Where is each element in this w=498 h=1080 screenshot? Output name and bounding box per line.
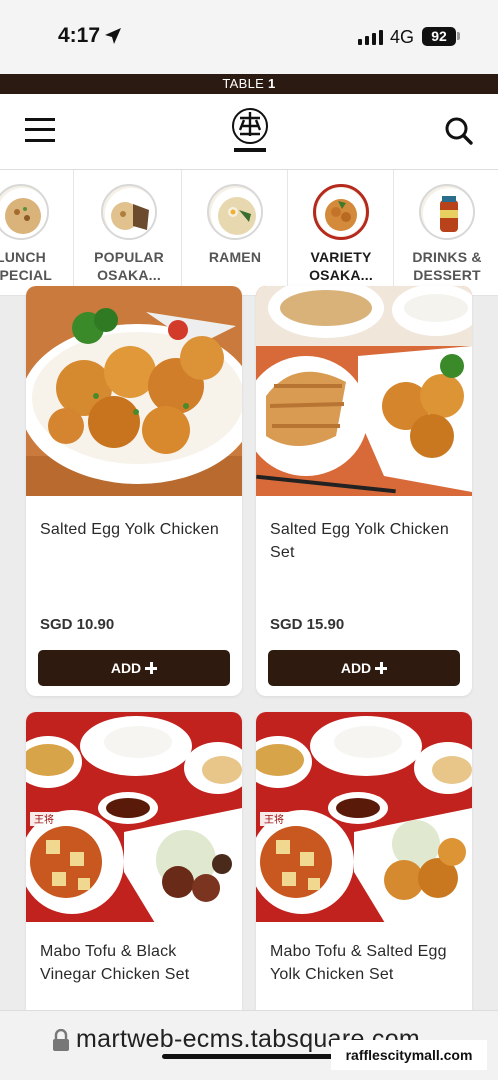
product-price: SGD 10.90 (40, 616, 115, 633)
status-bar: 4:17 4G 92 (0, 0, 498, 74)
tab-label: POPULAR OSAKA... (94, 249, 164, 283)
search-icon[interactable] (444, 116, 474, 146)
product-card[interactable]: 王将 Mabo Tofu & Black Vinegar Chicken Set (26, 712, 242, 1022)
ramen-thumbnail (207, 184, 263, 240)
category-tabs: LUNCHSPECIAL POPULAROSAKA... RAMEN VARIE… (0, 170, 498, 296)
product-name: Mabo Tofu & Salted Egg Yolk Chicken Set (270, 943, 447, 983)
location-arrow-icon (105, 28, 121, 44)
product-image: 王将 (256, 712, 472, 922)
battery-tip (457, 32, 460, 40)
product-image (256, 286, 472, 496)
drinks-dessert-thumbnail (419, 184, 475, 240)
brand-logo-icon (232, 108, 268, 152)
tab-label: LUNCHSPECIAL (0, 249, 53, 283)
product-name: Mabo Tofu & Black Vinegar Chicken Set (40, 943, 190, 983)
variety-osaka-thumbnail (313, 184, 369, 240)
svg-text:王将: 王将 (264, 814, 284, 826)
plus-icon (145, 662, 158, 674)
table-number: 1 (268, 76, 276, 91)
product-card[interactable]: Salted Egg Yolk Chicken Set SGD 15.90 AD… (256, 286, 472, 696)
plus-icon (375, 662, 388, 674)
product-image (26, 286, 242, 496)
product-name: Salted Egg Yolk Chicken (40, 521, 219, 538)
network-type: 4G (390, 27, 415, 47)
home-indicator[interactable] (162, 1054, 336, 1059)
tab-popular-osaka[interactable]: POPULAR OSAKA... (76, 170, 182, 295)
tab-label: RAMEN (208, 249, 262, 265)
tab-label: DRINKS & DESSERT (412, 249, 482, 283)
status-time: 4:17 (58, 24, 101, 47)
signal-icon (358, 30, 383, 45)
product-image: 王将 (26, 712, 242, 922)
table-number-bar: TABLE 1 (0, 74, 498, 94)
product-card[interactable]: 王将 Mabo Tofu & Salted Egg Yolk Chicken S… (256, 712, 472, 1022)
product-card[interactable]: Salted Egg Yolk Chicken SGD 10.90 ADD (26, 286, 242, 696)
tab-lunch-special[interactable]: LUNCHSPECIAL (0, 170, 74, 295)
add-to-cart-button[interactable]: ADD (38, 650, 230, 686)
battery-icon: 92 (422, 27, 456, 46)
app-header (0, 94, 498, 170)
popular-osaka-thumbnail (101, 184, 157, 240)
product-name: Salted Egg Yolk Chicken Set (270, 521, 449, 561)
tab-variety-osaka[interactable]: VARIETY OSAKA... (288, 170, 394, 295)
table-label: TABLE (222, 76, 265, 91)
tab-drinks-dessert[interactable]: DRINKS & DESSERT (394, 170, 498, 295)
svg-text:王将: 王将 (34, 814, 54, 826)
tab-ramen[interactable]: RAMEN (182, 170, 288, 295)
tab-label: VARIETY OSAKA... (309, 249, 373, 283)
add-to-cart-button[interactable]: ADD (268, 650, 460, 686)
hamburger-icon[interactable] (25, 116, 55, 144)
product-price: SGD 15.90 (270, 616, 345, 633)
watermark: rafflescitymall.com (331, 1040, 487, 1070)
lunch-special-thumbnail (0, 184, 49, 240)
lock-icon (53, 1029, 69, 1051)
